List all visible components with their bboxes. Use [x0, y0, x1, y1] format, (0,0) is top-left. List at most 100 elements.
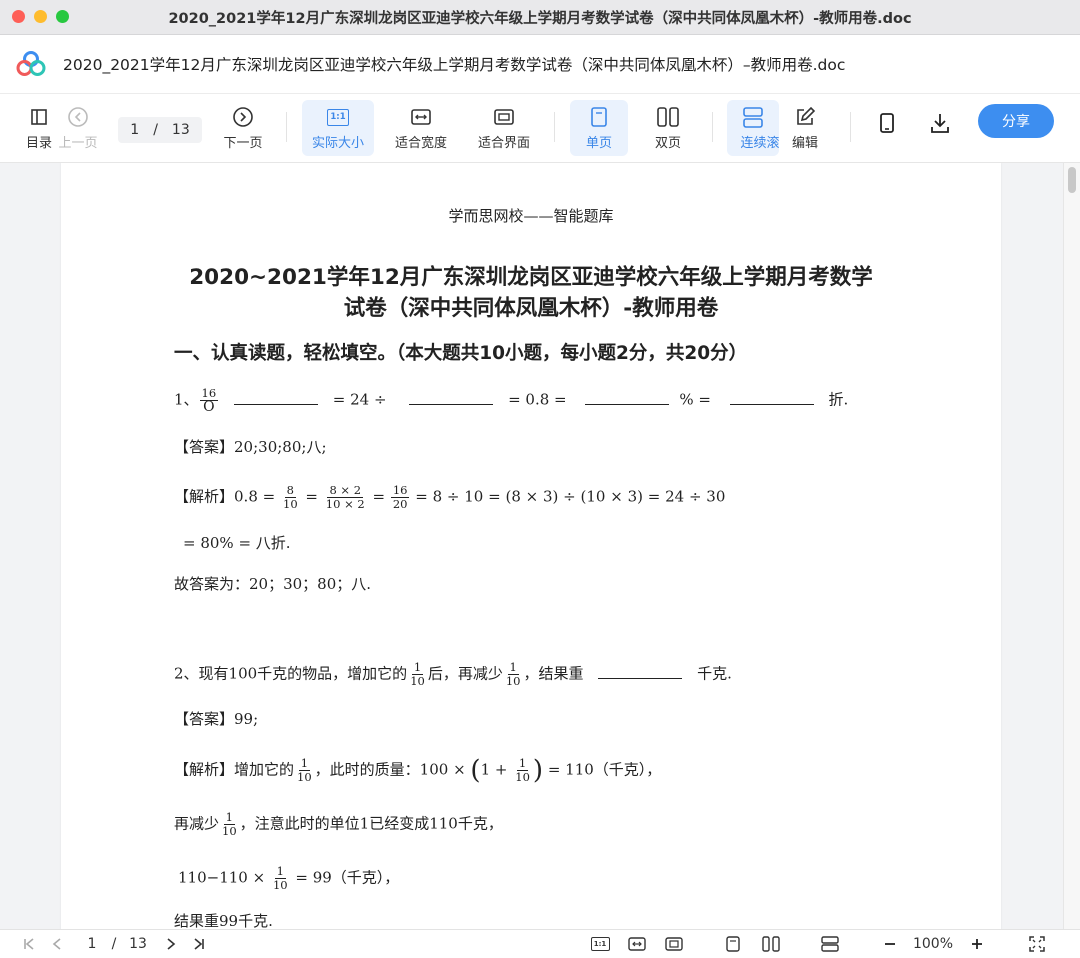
fit-width-button[interactable]: 适合宽度 — [388, 100, 454, 156]
fit-width-label: 适合宽度 — [394, 136, 447, 151]
bottom-fit-page-button[interactable] — [662, 930, 686, 958]
first-page-button[interactable] — [18, 930, 40, 958]
exam-title-line2: 试卷（深中共同体凤凰木杯）-教师用卷 — [343, 296, 719, 321]
fraction: 1 10 — [222, 810, 237, 838]
answer-1: 【答案】20;30;80;八; — [174, 438, 327, 456]
edit-button[interactable]: 编辑 — [782, 100, 828, 156]
toc-icon — [31, 109, 47, 125]
single-page-button[interactable]: 单页 — [570, 100, 628, 156]
analysis-2-line3: 110−110 × 1 10 = 99（千克）， — [178, 864, 400, 892]
analysis-1-line2: = 80% = 八折. — [183, 534, 291, 552]
next-page-label: 下一页 — [223, 136, 263, 151]
single-page-icon — [591, 107, 607, 127]
bottom-current-page[interactable]: 1 — [82, 930, 102, 958]
mobile-view-button[interactable] — [872, 108, 902, 138]
answer-blank — [729, 390, 814, 405]
window-title: 2020_2021学年12月广东深圳龙岗区亚迪学校六年级上学期月考数学试卷（深中… — [168, 11, 912, 27]
continuous-scroll-icon — [821, 936, 839, 952]
bottom-bar: 1 / 13 1:1 100% — [0, 929, 1080, 958]
actual-size-label: 实际大小 — [311, 136, 364, 151]
bottom-prev-button[interactable] — [46, 930, 68, 958]
app-header: 2020_2021学年12月广东深圳龙岗区亚迪学校六年级上学期月考数学试卷（深中… — [0, 35, 1080, 94]
fit-page-label: 适合界面 — [477, 136, 530, 151]
analysis-2-line4: 结果重99千克. — [174, 912, 273, 929]
page-number-box[interactable]: 1 / 13 — [118, 117, 202, 143]
continuous-scroll-label: 连续滚 — [740, 136, 780, 151]
fraction: 16 20 — [390, 483, 410, 511]
next-page-button[interactable]: 下一页 — [218, 100, 268, 156]
fullscreen-button[interactable] — [1026, 930, 1048, 958]
window-titlebar: 2020_2021学年12月广东深圳龙岗区亚迪学校六年级上学期月考数学试卷（深中… — [0, 0, 1080, 35]
bottom-single-page-button[interactable] — [722, 930, 744, 958]
download-icon — [931, 114, 949, 133]
fit-page-icon — [494, 109, 514, 125]
toolbar-divider — [554, 112, 555, 142]
toolbar-divider — [850, 112, 851, 142]
question-1: 1、 16 O = 24 ÷ = 0.8 = % = 折. — [174, 386, 849, 415]
page-header: 学而思网校——智能题库 — [448, 207, 614, 225]
toc-button[interactable]: 目录 — [24, 100, 54, 156]
analysis-1: 【解析】0.8 = 8 10 = 8 × 2 10 × 2 = 16 20 = 8 ÷… — [174, 483, 726, 511]
edit-icon — [797, 106, 816, 125]
fullscreen-icon — [1029, 936, 1045, 952]
fraction: 1 10 — [515, 756, 530, 784]
download-button[interactable] — [924, 108, 956, 138]
fraction: 1 10 — [505, 660, 521, 688]
prev-page-label: 上一页 — [58, 136, 98, 151]
prev-page-button[interactable]: 上一页 — [55, 100, 101, 156]
toolbar-divider — [712, 112, 713, 142]
skip-first-icon — [24, 938, 34, 950]
analysis-2: 【解析】增加它的 1 10 ，此时的质量：100 × (1 + 1 10) = 110（… — [174, 755, 662, 786]
bottom-fit-width-button[interactable] — [625, 930, 649, 958]
double-page-icon — [762, 936, 780, 952]
answer-blank — [409, 390, 494, 405]
double-page-icon — [657, 107, 679, 127]
analysis-2-line2: 再减少 1 10 ，注意此时的单位1已经变成110千克， — [174, 810, 503, 838]
minus-icon — [885, 943, 895, 945]
app-logo-icon — [16, 51, 46, 76]
double-page-button[interactable]: 双页 — [640, 100, 696, 156]
bottom-continuous-button[interactable] — [819, 930, 841, 958]
bottom-actual-size-button[interactable]: 1:1 — [588, 930, 612, 958]
fraction: 8 10 — [283, 483, 298, 511]
fit-width-icon — [628, 937, 646, 951]
document-page: 学而思网校——智能题库 2020~2021学年12月广东深圳龙岗区亚迪学校六年级… — [61, 163, 1001, 929]
answer-blank — [585, 390, 670, 405]
actual-size-icon: 1:1 — [590, 937, 610, 951]
scrollbar-thumb[interactable] — [1068, 167, 1076, 193]
fraction: 1 10 — [272, 864, 288, 892]
fit-width-icon — [411, 109, 431, 125]
actual-size-icon: 1:1 — [327, 108, 349, 126]
document-viewer[interactable]: 学而思网校——智能题库 2020~2021学年12月广东深圳龙岗区亚迪学校六年级… — [0, 163, 1080, 929]
phone-icon — [880, 113, 894, 133]
vertical-scrollbar[interactable] — [1063, 163, 1080, 929]
fit-page-button[interactable]: 适合界面 — [472, 100, 536, 156]
zoom-level[interactable]: 100% — [908, 930, 958, 958]
actual-size-button[interactable]: 1:1 实际大小 — [302, 100, 374, 156]
zoom-out-button[interactable] — [880, 930, 900, 958]
page-separator: / — [153, 122, 158, 138]
zoom-in-button[interactable] — [967, 930, 987, 958]
share-button[interactable]: 分享 — [978, 104, 1054, 138]
single-page-label: 单页 — [585, 136, 612, 151]
plus-icon — [972, 939, 982, 949]
chevron-left-circle-icon — [68, 107, 88, 127]
bottom-page-separator: / — [111, 936, 117, 952]
toc-label: 目录 — [25, 136, 52, 151]
double-page-label: 双页 — [654, 136, 681, 151]
chevron-right-icon — [167, 938, 176, 950]
question-2: 2、现有100千克的物品，增加它的 1 10 后，再减少 1 10 ，结果重 千克. — [174, 660, 732, 688]
current-page-input[interactable]: 1 — [130, 122, 139, 138]
last-page-button[interactable] — [188, 930, 210, 958]
skip-last-icon — [194, 938, 204, 950]
bottom-double-page-button[interactable] — [760, 930, 782, 958]
answer-blank — [598, 664, 683, 679]
conclusion-1: 故答案为：20；30；80；八. — [174, 575, 372, 593]
fraction: 8 × 2 10 × 2 — [325, 483, 365, 511]
continuous-scroll-icon — [743, 107, 763, 128]
fraction: 1 10 — [297, 756, 312, 784]
continuous-scroll-button[interactable]: 连续滚 — [727, 100, 779, 156]
edit-label: 编辑 — [791, 136, 818, 151]
bottom-next-button[interactable] — [160, 930, 182, 958]
answer-2: 【答案】99; — [174, 710, 259, 728]
